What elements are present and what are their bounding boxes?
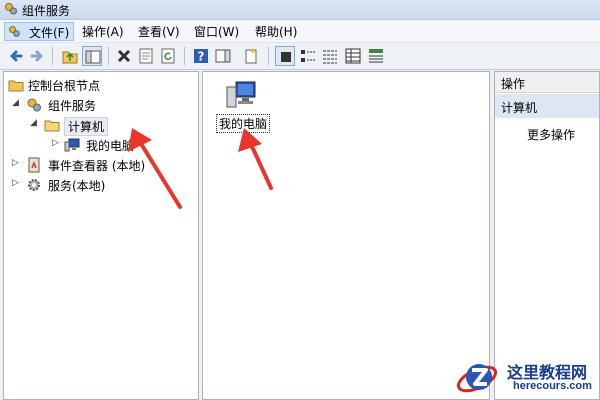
menu-help[interactable]: 帮助(H) — [255, 23, 297, 39]
actions-pane: 操作 计算机 更多操作 — [494, 71, 600, 400]
show-hide-action-pane-icon[interactable] — [213, 46, 233, 66]
services-gear-icon — [28, 179, 40, 191]
collapsed-arrow-icon[interactable]: ▷ — [12, 179, 21, 188]
new-item-icon[interactable] — [241, 46, 261, 66]
expanded-arrow-icon[interactable]: ◢ — [12, 99, 21, 108]
menu-file-label: 文件(F) — [29, 26, 70, 40]
delete-icon[interactable] — [114, 46, 134, 66]
actions-header-label: 操作 — [501, 77, 526, 91]
folder-icon — [8, 80, 24, 92]
menu-window[interactable]: 窗口(W) — [194, 23, 239, 39]
tree-label: 服务(本地) — [48, 179, 106, 193]
actions-section-computers[interactable]: 计算机 — [495, 94, 599, 118]
actions-header: 操作 — [495, 72, 599, 93]
tree-label: 组件服务 — [48, 99, 97, 113]
properties-icon[interactable] — [136, 46, 156, 66]
refresh-icon[interactable] — [158, 46, 178, 66]
watermark: 这里教程网 herecours.com — [455, 355, 600, 400]
collapsed-arrow-icon[interactable]: ▷ — [12, 159, 21, 168]
tree-label: 事件查看器 (本地) — [48, 159, 146, 173]
list-view-icon[interactable] — [320, 46, 340, 66]
title-bar: 组件服务 — [0, 0, 600, 20]
component-services-icon — [27, 98, 41, 112]
watermark-url: herecours.com — [513, 380, 592, 392]
back-arrow-icon[interactable] — [6, 46, 26, 66]
menu-bar: 文件(F) 操作(A) 查看(V) 窗口(W) 帮助(H) — [0, 20, 600, 43]
small-icons-view-icon[interactable] — [298, 46, 318, 66]
results-pane: 我的电脑 — [202, 71, 490, 400]
tree-label: 我的电脑 — [86, 139, 135, 153]
component-services-icon — [5, 3, 17, 15]
more-actions-link[interactable]: 更多操作 — [527, 126, 575, 143]
show-hide-tree-icon[interactable] — [82, 46, 102, 66]
computer-icon — [64, 138, 80, 152]
actions-section-label: 计算机 — [501, 101, 538, 115]
toolbar: ? — [0, 43, 600, 70]
menu-file[interactable]: 文件(F) — [4, 22, 74, 41]
svg-text:?: ? — [198, 50, 205, 64]
large-icons-view-icon[interactable] — [275, 46, 295, 66]
console-tree-pane: 控制台根节点 ◢ 组件服务 ◢ 计算机 ▷ 我的电脑 ▷ 事件查看器 (本地) … — [3, 71, 199, 400]
help-icon[interactable]: ? — [191, 46, 211, 66]
status-view-icon[interactable] — [366, 46, 386, 66]
event-viewer-icon — [28, 157, 40, 173]
collapsed-arrow-icon[interactable]: ▷ — [52, 139, 61, 148]
watermark-logo — [456, 364, 498, 393]
menu-action[interactable]: 操作(A) — [82, 23, 124, 39]
menu-view[interactable]: 查看(V) — [138, 23, 180, 39]
expanded-arrow-icon[interactable]: ◢ — [30, 119, 39, 128]
window-title: 组件服务 — [22, 4, 71, 18]
file-menu-icon — [9, 26, 20, 37]
up-folder-icon[interactable] — [60, 46, 80, 66]
computer-icon — [226, 81, 256, 108]
folder-icon — [44, 120, 60, 132]
tree-label: 控制台根节点 — [28, 79, 101, 93]
forward-arrow-icon[interactable] — [27, 46, 47, 66]
tree-label: 计算机 — [64, 117, 109, 136]
details-view-icon[interactable] — [343, 46, 363, 66]
item-label: 我的电脑 — [216, 114, 271, 133]
